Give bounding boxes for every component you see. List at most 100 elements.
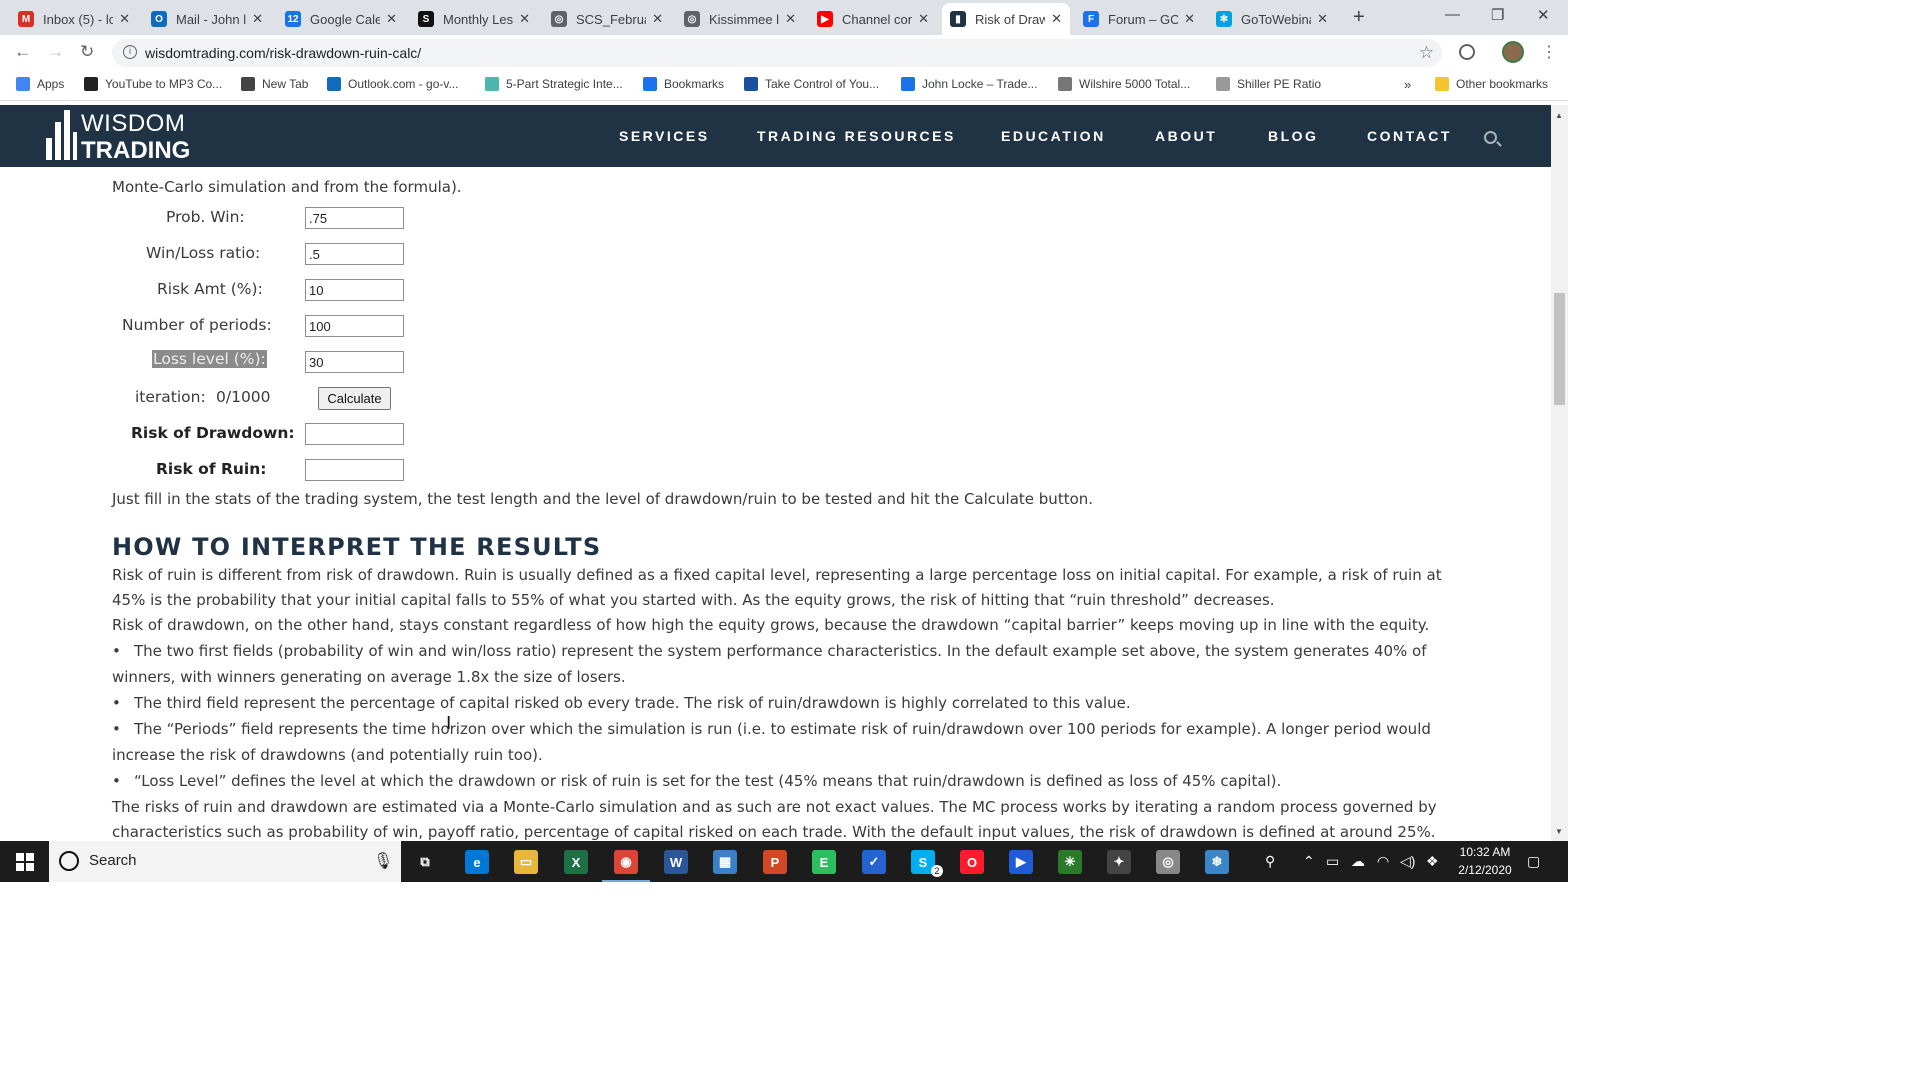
other-bookmarks-folder[interactable]: Other bookmarks	[1435, 77, 1548, 91]
nav-education[interactable]: EDUCATION	[1001, 128, 1106, 144]
people-icon[interactable]: ⚲	[1265, 853, 1275, 870]
forward-arrow-icon[interactable]: →	[47, 42, 64, 62]
close-tab-icon[interactable]: ✕	[119, 11, 130, 27]
bookmark-item[interactable]: John Locke – Trade...	[901, 77, 1037, 91]
maximize-button[interactable]: ❐	[1491, 6, 1504, 24]
snowflake-app-icon[interactable]: ❄	[1205, 850, 1229, 874]
nav-contact[interactable]: CONTACT	[1367, 128, 1452, 144]
bookmark-item[interactable]: Bookmarks	[643, 77, 724, 91]
nav-trading-resources[interactable]: TRADING RESOURCES	[757, 128, 956, 144]
browser-tab[interactable]: ◎ SCS_Februar ✕	[543, 3, 671, 35]
site-info-icon[interactable]: i	[123, 45, 137, 59]
media-player-icon[interactable]: ▶	[1009, 850, 1033, 874]
forum-icon: F	[1083, 11, 1099, 27]
close-tab-icon[interactable]: ✕	[252, 11, 263, 27]
opera-icon[interactable]: O	[960, 850, 984, 874]
site-search-icon[interactable]	[1484, 131, 1497, 144]
new-tab-button[interactable]: +	[1353, 6, 1365, 29]
minimize-button[interactable]: —	[1445, 6, 1460, 23]
browser-tab[interactable]: ▶ Channel con ✕	[809, 3, 937, 35]
close-tab-icon[interactable]: ✕	[519, 11, 530, 27]
excel-icon[interactable]: X	[564, 850, 588, 874]
bookmark-item[interactable]: Apps	[16, 77, 64, 91]
file-explorer-icon[interactable]: ▭	[514, 850, 538, 874]
address-bar[interactable]: i wisdomtrading.com/risk-drawdown-ruin-c…	[112, 39, 1442, 67]
browser-tab[interactable]: ✻ GoToWebina ✕	[1208, 3, 1336, 35]
close-tab-icon[interactable]: ✕	[1184, 11, 1195, 27]
todo-icon[interactable]: ✓	[862, 850, 886, 874]
dropbox-icon[interactable]: ❖	[1426, 853, 1439, 870]
risk-of-ruin-output[interactable]	[305, 459, 404, 481]
disc-app-icon[interactable]: ◎	[1156, 850, 1180, 874]
bookmark-item[interactable]: YouTube to MP3 Co...	[84, 77, 222, 91]
browser-tab[interactable]: ◎ Kissimmee l ✕	[676, 3, 804, 35]
url-text[interactable]: wisdomtrading.com/risk-drawdown-ruin-cal…	[145, 45, 421, 61]
back-arrow-icon[interactable]: ←	[14, 42, 31, 62]
extension-icon[interactable]	[1459, 44, 1475, 60]
globe-icon: ◎	[551, 11, 567, 27]
profile-avatar[interactable]	[1502, 41, 1524, 63]
scrollbar-thumb[interactable]	[1554, 293, 1565, 405]
nav-about[interactable]: ABOUT	[1155, 128, 1217, 144]
task-view-icon[interactable]: ⧉	[413, 850, 437, 874]
volume-icon[interactable]: ◁)	[1400, 853, 1415, 870]
powerpoint-icon[interactable]: P	[763, 850, 787, 874]
chrome-icon[interactable]: ◉	[602, 850, 650, 882]
clock-time: 10:32 AM	[1459, 845, 1511, 859]
evernote-icon[interactable]: E	[812, 850, 836, 874]
reload-icon[interactable]: ↻	[80, 42, 94, 62]
bookmark-item[interactable]: 5-Part Strategic Inte...	[485, 77, 623, 91]
browser-tab[interactable]: M Inbox (5) - lc ✕	[10, 3, 138, 35]
close-tab-icon[interactable]: ✕	[652, 11, 663, 27]
calculate-button[interactable]: Calculate	[318, 387, 391, 410]
prob-win-input[interactable]	[305, 207, 404, 229]
wisdom-trading-logo[interactable]: WISDOM TRADING	[45, 110, 195, 164]
bookmark-item[interactable]: Take Control of You...	[744, 77, 879, 91]
close-tab-icon[interactable]: ✕	[785, 11, 796, 27]
wifi-icon[interactable]: ◠	[1377, 853, 1389, 870]
number-of-periods-input[interactable]	[305, 315, 404, 337]
close-window-button[interactable]: ✕	[1537, 6, 1550, 24]
browser-tab[interactable]: 12 Google Cale ✕	[277, 3, 405, 35]
more-bookmarks-chevron-icon[interactable]: »	[1404, 77, 1411, 92]
close-tab-icon[interactable]: ✕	[1051, 11, 1062, 27]
risk-amount-input[interactable]	[305, 279, 404, 301]
browser-tab[interactable]: S Monthly Les ✕	[410, 3, 538, 35]
word-icon[interactable]: W	[664, 850, 688, 874]
ruin-paragraph-line-2: 45% is the probability that your initial…	[112, 591, 1275, 609]
tray-expand-chevron-icon[interactable]: ⌃	[1303, 853, 1315, 870]
bookmark-item[interactable]: Outlook.com - go-v...	[327, 77, 458, 91]
notebook-icon[interactable]: ▦	[713, 850, 737, 874]
bookmark-item[interactable]: New Tab	[241, 77, 308, 91]
bookmark-favicon-icon	[327, 77, 341, 91]
bookmark-item[interactable]: Shiller PE Ratio	[1216, 77, 1321, 91]
close-tab-icon[interactable]: ✕	[386, 11, 397, 27]
chart-app-icon[interactable]: ✳	[1058, 850, 1082, 874]
windows-start-icon[interactable]	[16, 853, 34, 871]
nav-services[interactable]: SERVICES	[619, 128, 710, 144]
scroll-up-arrow-icon[interactable]: ▲	[1555, 111, 1563, 120]
bookmark-item[interactable]: Wilshire 5000 Total...	[1058, 77, 1190, 91]
onedrive-cloud-icon[interactable]: ☁	[1351, 853, 1365, 870]
browser-tab[interactable]: O Mail - John l ✕	[143, 3, 271, 35]
microphone-icon[interactable]: 🎙	[373, 851, 393, 871]
page-scrollbar[interactable]: ▲ ▼	[1551, 105, 1568, 841]
browser-tab[interactable]: ▮ Risk of Draw ✕	[942, 3, 1070, 35]
close-tab-icon[interactable]: ✕	[918, 11, 929, 27]
browser-tab-label: Channel con	[842, 11, 913, 27]
gear-app-icon[interactable]: ✦	[1107, 850, 1131, 874]
scroll-down-arrow-icon[interactable]: ▼	[1555, 827, 1563, 836]
bookmark-star-icon[interactable]: ☆	[1419, 43, 1434, 63]
taskbar-clock[interactable]: 10:32 AM 2/12/2020	[1450, 843, 1520, 879]
loss-level-input[interactable]	[305, 351, 404, 373]
close-tab-icon[interactable]: ✕	[1317, 11, 1328, 27]
edge-icon[interactable]: e	[465, 850, 489, 874]
nav-blog[interactable]: BLOG	[1268, 128, 1318, 144]
taskbar-search-box[interactable]: Search 🎙	[49, 841, 401, 882]
action-center-icon[interactable]: ▢	[1527, 853, 1540, 870]
battery-icon[interactable]: ▭	[1326, 853, 1339, 870]
risk-of-drawdown-output[interactable]	[305, 423, 404, 445]
win-loss-ratio-input[interactable]	[305, 243, 404, 265]
browser-menu-icon[interactable]: ⋮	[1541, 42, 1557, 62]
browser-tab[interactable]: F Forum – GO ✕	[1075, 3, 1203, 35]
